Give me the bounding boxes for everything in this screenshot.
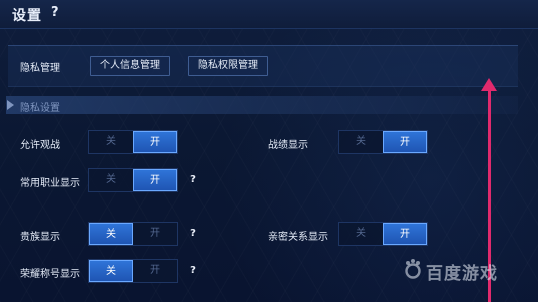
privacy-settings-section-bar: 隐私设置	[6, 96, 518, 114]
record-display-off-option[interactable]: 关	[339, 131, 383, 153]
honor-title-display-off-option[interactable]: 关	[89, 260, 133, 282]
common-role-display-off-option[interactable]: 关	[89, 169, 133, 191]
section-title: 隐私设置	[20, 103, 60, 114]
privacy-management-label: 隐私管理	[20, 63, 60, 74]
intimacy-display-off-option[interactable]: 关	[339, 223, 383, 245]
intimacy-display-toggle[interactable]: 关 开	[338, 222, 428, 246]
intimacy-display-on-option[interactable]: 开	[383, 223, 427, 245]
honor-title-display-toggle[interactable]: 关 开	[88, 259, 178, 283]
watermark-text: 百度游戏	[426, 264, 498, 284]
section-marker-icon	[7, 100, 14, 110]
record-display-label: 战绩显示	[268, 140, 308, 151]
baidu-games-watermark: 百度游戏	[402, 258, 534, 284]
record-display-on-option[interactable]: 开	[383, 131, 427, 153]
honor-title-display-label: 荣耀称号显示	[20, 269, 80, 280]
noble-display-off-option[interactable]: 关	[89, 223, 133, 245]
record-display-toggle[interactable]: 关 开	[338, 130, 428, 154]
noble-display-toggle[interactable]: 关 开	[88, 222, 178, 246]
noble-display-on-option[interactable]: 开	[133, 223, 177, 245]
honor-title-help-icon[interactable]: ?	[186, 264, 200, 278]
allow-spectate-label: 允许观战	[20, 140, 60, 151]
honor-title-display-on-option[interactable]: 开	[133, 260, 177, 282]
personal-info-management-button[interactable]: 个人信息管理	[90, 56, 170, 76]
common-role-display-on-option[interactable]: 开	[133, 169, 177, 191]
page-title: 设置	[12, 8, 42, 24]
allow-spectate-toggle[interactable]: 关 开	[88, 130, 178, 154]
noble-help-icon[interactable]: ?	[186, 227, 200, 241]
help-icon[interactable]: ?	[51, 5, 59, 20]
header-bar: 设置 ?	[0, 0, 538, 29]
common-role-display-label: 常用职业显示	[20, 178, 80, 189]
allow-spectate-on-option[interactable]: 开	[133, 131, 177, 153]
common-role-help-icon[interactable]: ?	[186, 173, 200, 187]
noble-display-label: 贵族显示	[20, 232, 60, 243]
baidu-paw-icon	[405, 259, 421, 279]
intimacy-display-label: 亲密关系显示	[268, 232, 328, 243]
allow-spectate-off-option[interactable]: 关	[89, 131, 133, 153]
common-role-display-toggle[interactable]: 关 开	[88, 168, 178, 192]
privacy-permission-management-button[interactable]: 隐私权限管理	[188, 56, 268, 76]
